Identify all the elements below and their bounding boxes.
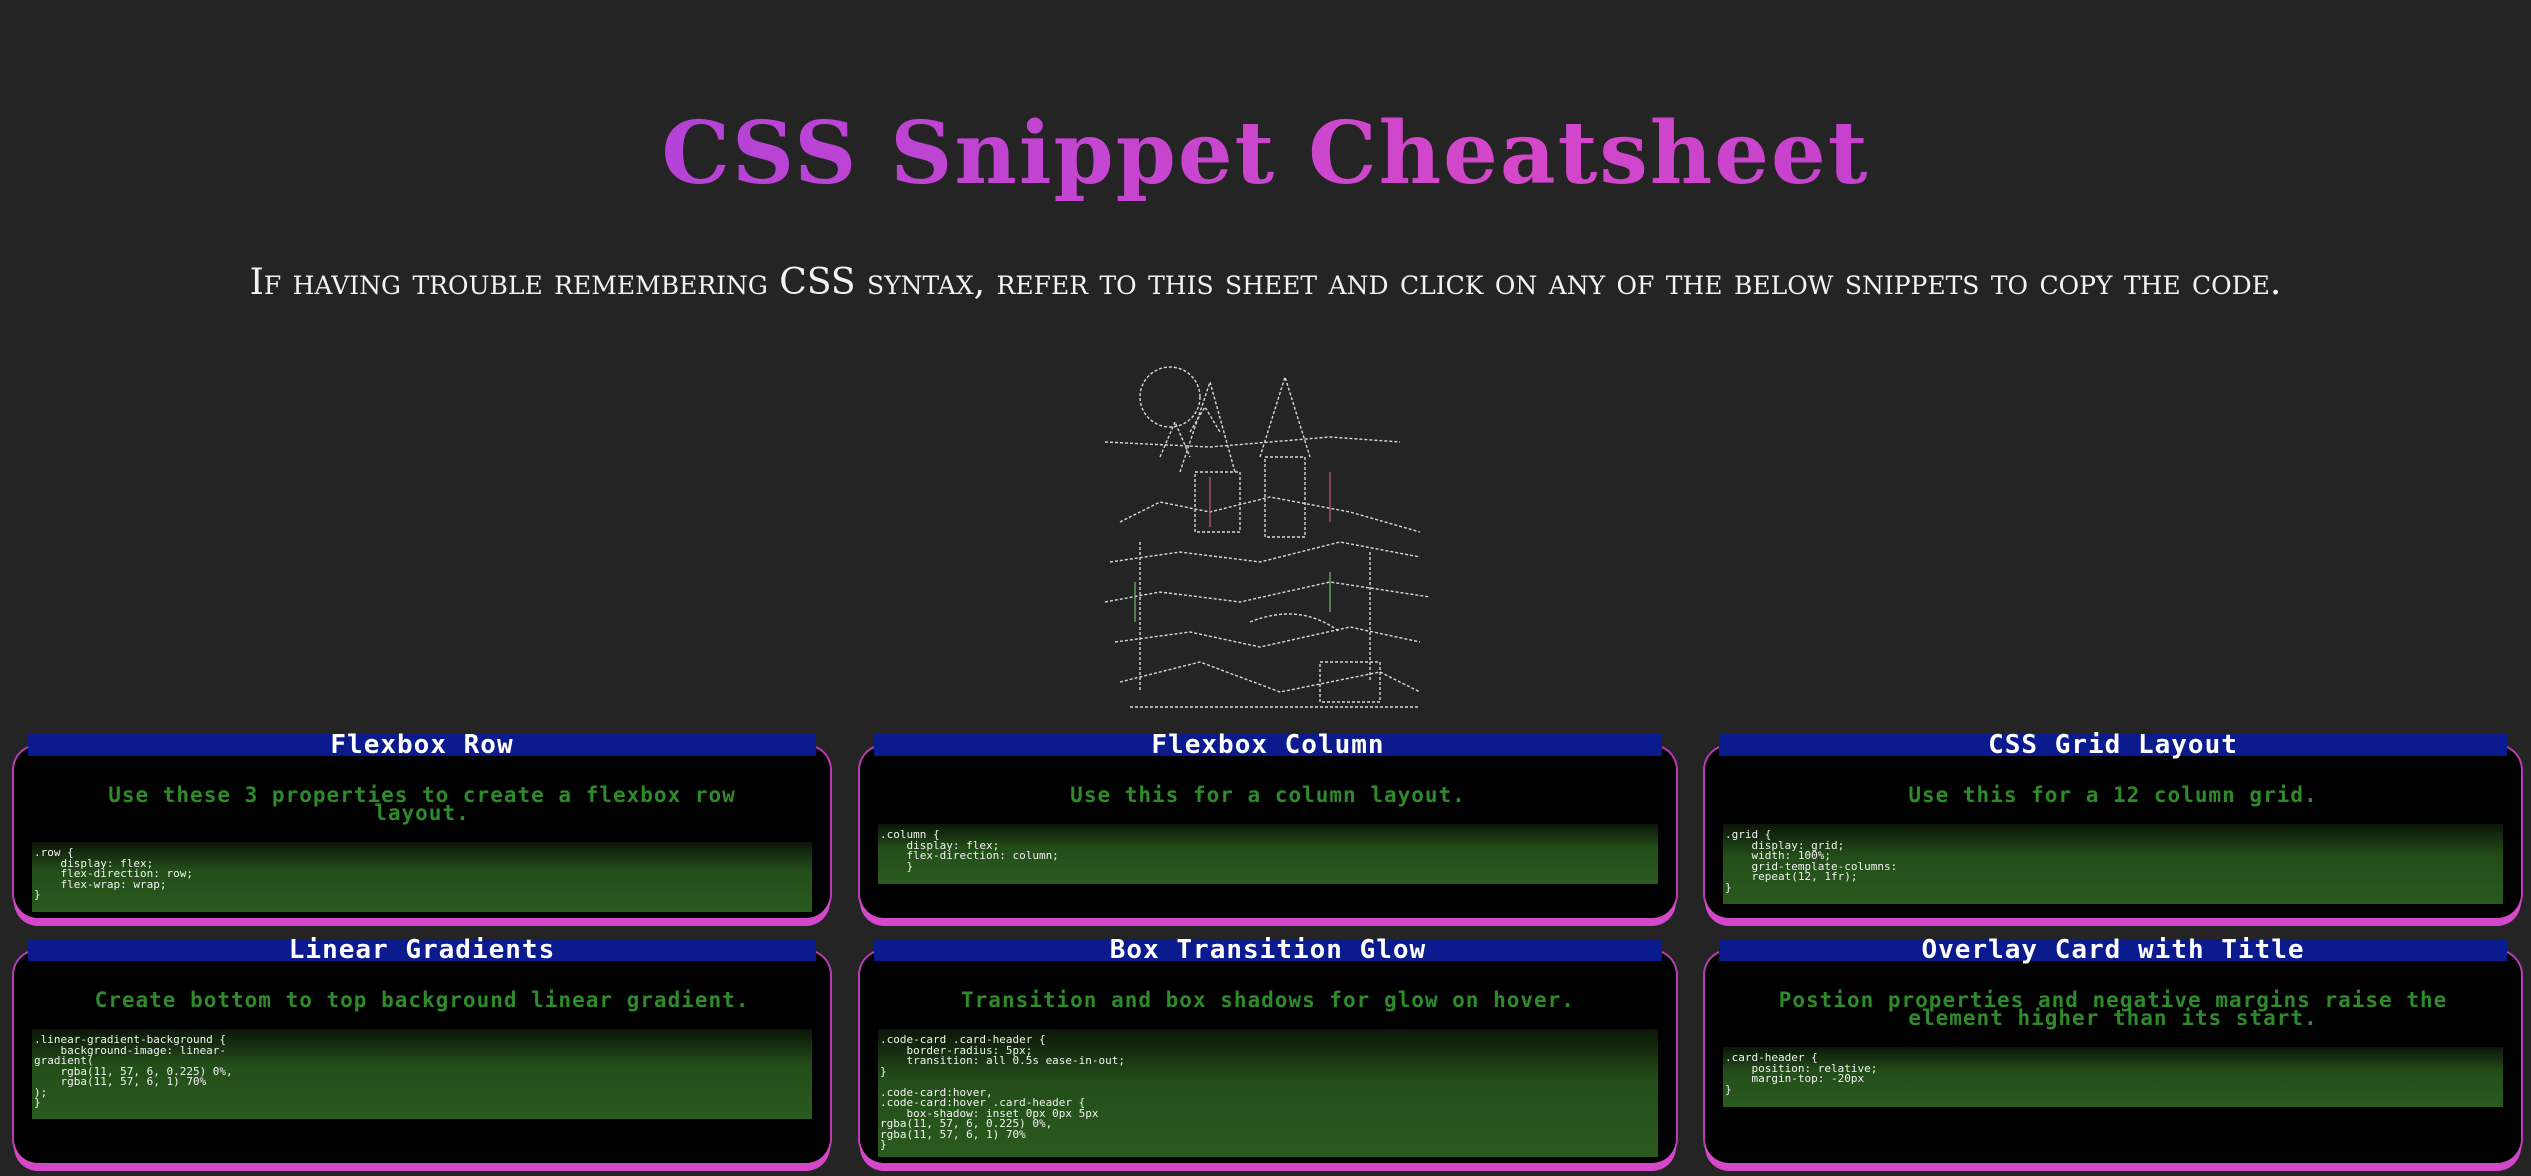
card-header: Overlay Card with Title [1719, 937, 2507, 963]
code-snippet[interactable]: .grid { display: grid; width: 100%; grid… [1723, 824, 2503, 904]
page-subtitle: If having trouble remembering CSS syntax… [249, 262, 2282, 303]
code-card-flexbox-row[interactable]: Flexbox Row Use these 3 properties to cr… [14, 732, 830, 918]
code-card-css-grid[interactable]: CSS Grid Layout Use this for a 12 column… [1705, 732, 2521, 918]
code-card-box-transition-glow[interactable]: Box Transition Glow Transition and box s… [860, 937, 1676, 1163]
code-snippet[interactable]: .code-card .card-header { border-radius:… [878, 1029, 1658, 1157]
card-header: Flexbox Column [874, 732, 1662, 758]
card-header: Flexbox Row [28, 732, 816, 758]
card-description: Postion properties and negative margins … [1778, 988, 2448, 1030]
card-header: Box Transition Glow [874, 937, 1662, 963]
code-snippet[interactable]: .row { display: flex; flex-direction: ro… [32, 842, 812, 912]
card-description: Use this for a column layout. [1070, 783, 1466, 807]
code-card-flexbox-column[interactable]: Flexbox Column Use this for a column lay… [860, 732, 1676, 918]
card-header: CSS Grid Layout [1719, 732, 2507, 758]
code-snippet[interactable]: .linear-gradient-background { background… [32, 1029, 812, 1119]
code-card-overlay-title[interactable]: Overlay Card with Title Postion properti… [1705, 937, 2521, 1163]
page-title: CSS Snippet Cheatsheet [0, 98, 2531, 210]
card-description: Use these 3 properties to create a flexb… [108, 783, 736, 825]
card-description: Transition and box shadows for glow on h… [961, 988, 1575, 1012]
code-card-linear-gradients[interactable]: Linear Gradients Create bottom to top ba… [14, 937, 830, 1163]
card-description: Use this for a 12 column grid. [1908, 783, 2318, 807]
code-snippet[interactable]: .card-header { position: relative; margi… [1723, 1047, 2503, 1107]
haunted-castle-icon [1104, 366, 1431, 708]
card-header: Linear Gradients [28, 937, 816, 963]
code-snippet[interactable]: .column { display: flex; flex-direction:… [878, 824, 1658, 884]
card-description: Create bottom to top background linear g… [94, 988, 750, 1012]
